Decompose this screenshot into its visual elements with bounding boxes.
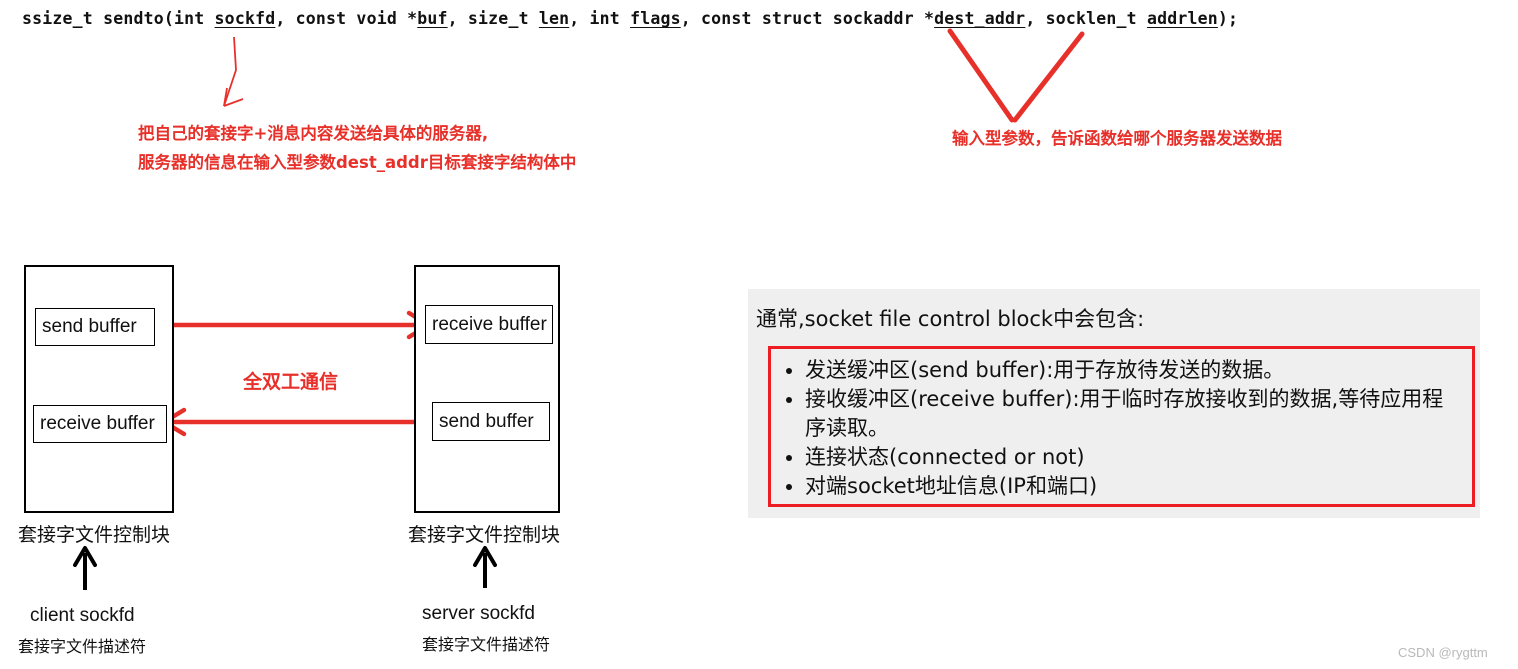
signature-param-buf: buf — [417, 9, 448, 28]
client-sockfd-sublabel: 套接字文件描述符 — [18, 637, 147, 656]
arrow-server-fd-up — [473, 546, 497, 588]
info-panel-item: 对端socket地址信息(IP和端口) — [805, 472, 1462, 501]
full-duplex-label: 全双工通信 — [243, 371, 339, 393]
info-panel-item: 连接状态(connected or not) — [805, 443, 1462, 472]
info-panel-item: 发送缓冲区(send buffer):用于存放待发送的数据。 — [805, 356, 1462, 385]
annotation-left-line1: 把自己的套接字+消息内容发送给具体的服务器, — [138, 124, 489, 143]
signature-text-4: , size_t — [447, 9, 539, 28]
server-receive-buffer: receive buffer — [425, 305, 553, 344]
server-send-buffer-label: send buffer — [439, 410, 534, 432]
signature-param-flags: flags — [630, 9, 681, 28]
info-panel-title: 通常,socket file control block中会包含: — [756, 307, 1145, 331]
server-send-buffer: send buffer — [432, 402, 550, 441]
annotation-right-line1: 输入型参数，告诉函数给哪个服务器发送数据 — [952, 129, 1282, 148]
server-file-control-block — [414, 265, 560, 513]
dest-addr-pointer-line — [947, 28, 1015, 123]
server-fcb-caption: 套接字文件控制块 — [408, 524, 561, 546]
client-send-buffer-label: send buffer — [42, 316, 137, 337]
signature-text-12: ); — [1217, 9, 1239, 28]
client-receive-buffer-label: receive buffer — [40, 413, 155, 434]
annotation-left-line2: 服务器的信息在输入型参数dest_addr目标套接字结构体中 — [138, 153, 577, 172]
signature-text-0: ssize_t sendto(int — [22, 9, 215, 28]
annotation-right: 输入型参数，告诉函数给哪个服务器发送数据 — [952, 124, 1282, 153]
info-panel-item: 接收缓冲区(receive buffer):用于临时存放接收到的数据,等待应用程… — [805, 385, 1462, 443]
client-file-control-block — [24, 265, 174, 513]
info-panel-list: 发送缓冲区(send buffer):用于存放待发送的数据。接收缓冲区(rece… — [771, 349, 1472, 501]
signature-param-sockfd: sockfd — [214, 9, 276, 28]
signature-text-10: , socklen_t — [1025, 9, 1147, 28]
info-panel-highlight-box: 发送缓冲区(send buffer):用于存放待发送的数据。接收缓冲区(rece… — [768, 346, 1475, 507]
addrlen-pointer-line — [1012, 31, 1085, 123]
arrow-client-fd-up — [73, 546, 97, 590]
client-send-buffer: send buffer — [35, 308, 155, 346]
watermark: CSDN @rygttm — [1398, 645, 1488, 660]
function-signature: ssize_t sendto(int sockfd, const void *b… — [22, 9, 1238, 28]
arrow-client-to-server — [158, 310, 432, 340]
server-sockfd-sublabel: 套接字文件描述符 — [422, 635, 551, 654]
signature-param-dest_addr: dest_addr — [934, 9, 1026, 28]
sockfd-pointer-arrow — [223, 36, 244, 107]
signature-text-6: , int — [569, 9, 631, 28]
signature-param-len: len — [538, 9, 570, 28]
client-receive-buffer: receive buffer — [33, 405, 167, 443]
client-fcb-caption: 套接字文件控制块 — [18, 524, 171, 546]
arrow-server-to-client — [161, 407, 430, 437]
annotation-left: 把自己的套接字+消息内容发送给具体的服务器, 服务器的信息在输入型参数dest_… — [138, 119, 576, 177]
server-receive-buffer-label: receive buffer — [432, 313, 547, 335]
client-sockfd-label: client sockfd — [30, 605, 135, 626]
server-sockfd-label: server sockfd — [422, 603, 535, 624]
signature-text-8: , const struct sockaddr * — [680, 9, 935, 28]
info-panel: 通常,socket file control block中会包含: 发送缓冲区(… — [748, 289, 1480, 518]
signature-text-2: , const void * — [275, 9, 418, 28]
signature-param-addrlen: addrlen — [1146, 9, 1218, 28]
